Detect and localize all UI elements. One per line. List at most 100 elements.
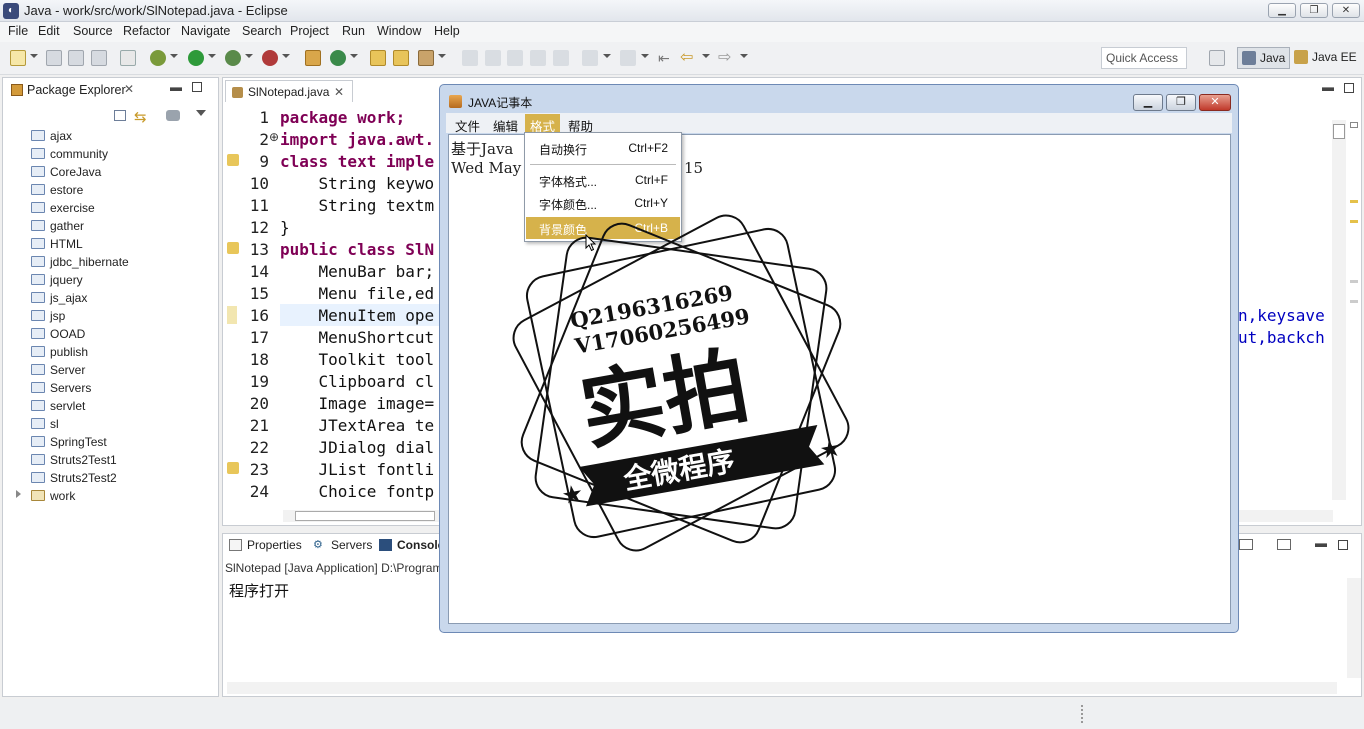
maximize-editor-icon[interactable]	[1344, 83, 1354, 93]
console-output[interactable]: 程序打开	[229, 580, 289, 601]
code-line[interactable]: JList fontli	[280, 460, 435, 479]
code-line[interactable]: JDialog dial	[280, 438, 435, 457]
overview-ruler[interactable]	[1349, 120, 1359, 500]
menu-help[interactable]: Help	[434, 24, 460, 38]
debug-dropdown-icon[interactable]	[170, 54, 178, 58]
minimize-view-icon[interactable]: ▬	[170, 80, 182, 94]
minimize-editor-icon[interactable]: ▬	[1322, 80, 1334, 94]
save-icon[interactable]	[46, 50, 62, 66]
new-dropdown-icon[interactable]	[30, 54, 38, 58]
open-console-icon[interactable]	[1277, 539, 1291, 550]
new-class-icon[interactable]	[330, 50, 346, 66]
search-dropdown-icon[interactable]	[438, 54, 446, 58]
menu-refactor[interactable]: Refactor	[123, 24, 170, 38]
external-tools-icon[interactable]	[262, 50, 278, 66]
next-annotation-dropdown-icon[interactable]	[603, 54, 611, 58]
menu-edit[interactable]: Edit	[38, 24, 60, 38]
annotation-icon[interactable]	[462, 50, 478, 66]
minimize-button[interactable]: ▁	[1268, 3, 1296, 18]
show-whitespace-icon[interactable]	[553, 50, 569, 66]
debug-icon[interactable]	[150, 50, 166, 66]
expand-arrow-icon[interactable]	[16, 490, 21, 498]
back-dropdown-icon[interactable]	[702, 54, 710, 58]
code-line[interactable]: MenuShortcut	[280, 328, 435, 347]
new-java-project-icon[interactable]	[305, 50, 321, 66]
menu-item-auto-wrap[interactable]: 自动换行 Ctrl+F2	[526, 137, 680, 159]
coverage-dropdown-icon[interactable]	[245, 54, 253, 58]
code-line[interactable]: package work;	[280, 108, 405, 127]
maximize-view-icon[interactable]	[192, 82, 202, 92]
fold-expand-icon[interactable]: ⊕	[269, 130, 279, 144]
forward-icon[interactable]: ⇨	[718, 50, 734, 66]
menu-file[interactable]: File	[8, 24, 28, 38]
close-tab-icon[interactable]: ✕	[334, 85, 344, 99]
package-explorer-tab[interactable]: Package Explorer ✕ ▬	[3, 78, 218, 102]
close-button[interactable]: ✕	[1332, 3, 1360, 18]
notepad-maximize-button[interactable]: ❐	[1166, 94, 1196, 111]
code-line[interactable]: Image image=	[280, 394, 435, 413]
scrollbar-thumb[interactable]	[295, 511, 435, 521]
open-type-icon[interactable]	[370, 50, 386, 66]
open-task-icon[interactable]	[393, 50, 409, 66]
forward-dropdown-icon[interactable]	[740, 54, 748, 58]
view-menu-icon[interactable]	[196, 110, 206, 116]
code-line[interactable]: MenuItem ope	[280, 306, 435, 325]
code-line[interactable]: String keywo	[280, 174, 435, 193]
maximize-console-icon[interactable]	[1338, 540, 1348, 550]
last-edit-icon[interactable]: ⇤	[658, 50, 674, 66]
code-line[interactable]: MenuBar bar;	[280, 262, 435, 281]
code-line[interactable]: import java.awt.	[280, 130, 434, 149]
menu-item-font-format[interactable]: 字体格式... Ctrl+F	[526, 169, 680, 191]
skip-breakpoints-icon[interactable]	[120, 50, 136, 66]
word-wrap-icon[interactable]	[530, 50, 546, 66]
tab-properties[interactable]: Properties	[229, 538, 302, 552]
menu-source[interactable]: Source	[73, 24, 113, 38]
coverage-icon[interactable]	[225, 50, 241, 66]
console-horizontal-scrollbar[interactable]	[227, 682, 1337, 694]
tab-console[interactable]: Console	[379, 538, 444, 552]
code-line[interactable]: class text imple	[280, 152, 434, 171]
notepad-menu-file[interactable]: 文件	[450, 114, 485, 134]
external-tools-dropdown-icon[interactable]	[282, 54, 290, 58]
javaee-perspective-button[interactable]: Java EE	[1290, 47, 1361, 69]
console-vertical-scrollbar[interactable]	[1347, 578, 1361, 678]
menu-window[interactable]: Window	[377, 24, 421, 38]
focus-task-icon[interactable]	[166, 110, 180, 121]
print-icon[interactable]	[91, 50, 107, 66]
code-line[interactable]: Toolkit tool	[280, 350, 435, 369]
notepad-menu-format[interactable]: 格式	[525, 114, 561, 134]
notepad-menu-edit[interactable]: 编辑	[488, 114, 523, 134]
run-icon[interactable]	[188, 50, 204, 66]
notepad-menu-help[interactable]: 帮助	[563, 114, 598, 134]
next-annotation-icon[interactable]	[582, 50, 598, 66]
new-icon[interactable]	[10, 50, 26, 66]
toggle-block-icon[interactable]	[507, 50, 523, 66]
tab-servers[interactable]: ⚙ Servers	[313, 538, 372, 552]
open-perspective-icon[interactable]	[1209, 50, 1225, 66]
editor-tab-slnotepad[interactable]: SlNotepad.java ✕	[225, 80, 353, 102]
minimize-console-icon[interactable]: ▬	[1315, 536, 1327, 550]
vertical-scrollbar[interactable]	[1332, 120, 1346, 500]
maximize-button[interactable]: ❐	[1300, 3, 1328, 18]
prev-annotation-dropdown-icon[interactable]	[641, 54, 649, 58]
collapse-all-icon[interactable]	[114, 110, 126, 121]
code-line[interactable]: public class SlN	[280, 240, 434, 259]
toggle-mark-icon[interactable]	[485, 50, 501, 66]
code-line[interactable]: Choice fontp	[280, 482, 435, 501]
code-line[interactable]: }	[280, 218, 290, 237]
scrollbar-thumb[interactable]	[1333, 124, 1345, 139]
close-view-icon[interactable]: ✕	[124, 82, 134, 96]
notepad-minimize-button[interactable]: ▁	[1133, 94, 1163, 111]
code-line[interactable]: String textm	[280, 196, 435, 215]
menu-project[interactable]: Project	[290, 24, 329, 38]
search-tool-icon[interactable]	[418, 50, 434, 66]
menu-navigate[interactable]: Navigate	[181, 24, 230, 38]
new-class-dropdown-icon[interactable]	[350, 54, 358, 58]
prev-annotation-icon[interactable]	[620, 50, 636, 66]
code-line-overflow[interactable]: ut,backch	[1238, 328, 1325, 347]
java-perspective-button[interactable]: Java	[1237, 47, 1291, 69]
menu-run[interactable]: Run	[342, 24, 365, 38]
menu-search[interactable]: Search	[242, 24, 282, 38]
link-editor-icon[interactable]: ⇆	[134, 108, 147, 126]
quick-access-input[interactable]: Quick Access	[1101, 47, 1187, 69]
